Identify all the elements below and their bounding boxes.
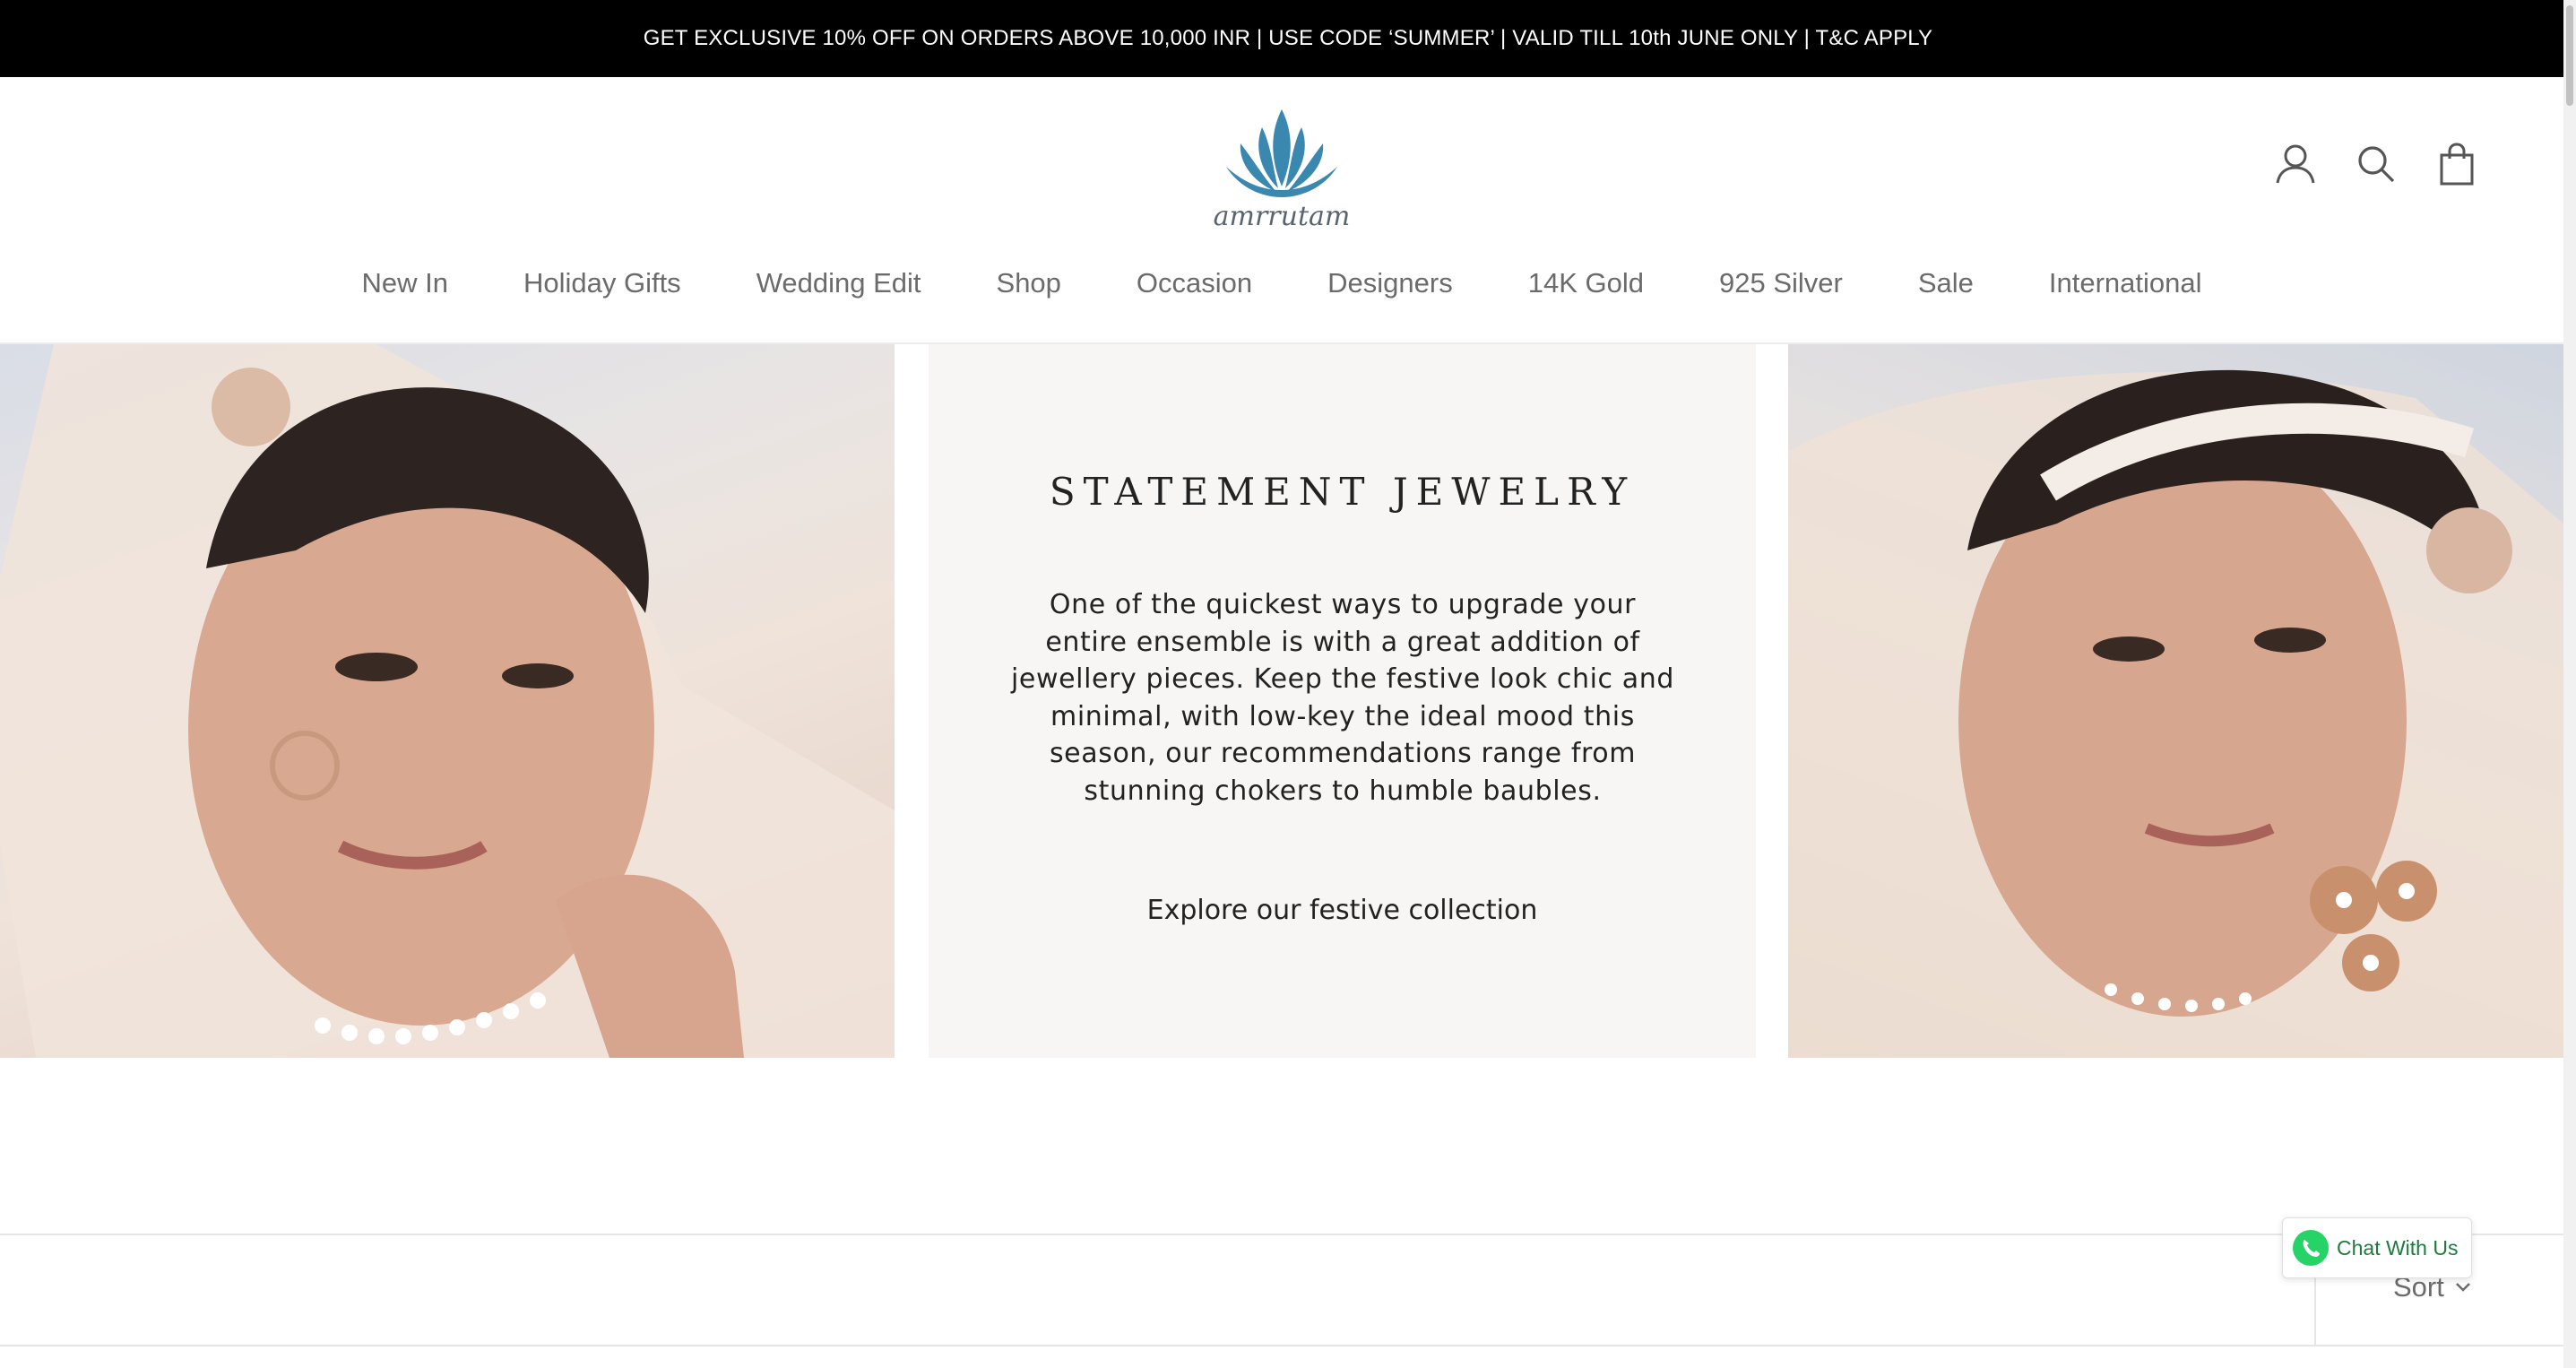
chat-label: Chat With Us: [2337, 1235, 2459, 1260]
model-portrait-left: [0, 344, 895, 1058]
bag-icon[interactable]: [2436, 143, 2477, 186]
hero-image-left[interactable]: [0, 344, 895, 1058]
site-header: amrrutam New In Holiday Gifts Wedding Ed…: [0, 77, 2563, 344]
scrollbar-thumb[interactable]: [2566, 5, 2573, 106]
hero-title: STATEMENT JEWELRY: [1049, 470, 1636, 514]
hero-description-line: One of the quickest ways to upgrade your: [1049, 589, 1637, 620]
brand-logo[interactable]: amrrutam: [1201, 104, 1362, 238]
hero-text-panel: STATEMENT JEWELRY One of the quickest wa…: [929, 344, 1756, 1058]
hero-description-line: jewellery pieces. Keep the festive look …: [1010, 663, 1675, 695]
page-scrollbar[interactable]: [2563, 0, 2576, 1368]
chat-with-us-button[interactable]: Chat With Us: [2282, 1217, 2472, 1278]
hero-description-line: entire ensemble is with a great addition…: [1045, 626, 1640, 658]
whatsapp-icon: [2293, 1230, 2329, 1266]
logo-text: amrrutam: [1213, 201, 1351, 232]
nav-item-14k-gold[interactable]: 14K Gold: [1528, 267, 1644, 299]
nav-item-shop[interactable]: Shop: [997, 267, 1061, 299]
explore-collection-link[interactable]: Explore our festive collection: [929, 895, 1756, 926]
nav-item-international[interactable]: International: [2049, 267, 2202, 299]
toolbar-divider-top: [0, 1234, 2563, 1235]
nav-item-wedding-edit[interactable]: Wedding Edit: [756, 267, 921, 299]
hero-description-line: stunning chokers to humble baubles.: [1084, 775, 1602, 807]
hero-description-line: minimal, with low-key the ideal mood thi…: [1050, 700, 1635, 732]
main-navigation: New In Holiday Gifts Wedding Edit Shop O…: [0, 267, 2563, 299]
hero-description-line: season, our recommendations range from: [1049, 738, 1637, 769]
hero-image-right[interactable]: [1788, 344, 2563, 1058]
nav-item-holiday-gifts[interactable]: Holiday Gifts: [523, 267, 681, 299]
hero-banner: STATEMENT JEWELRY One of the quickest wa…: [0, 344, 2563, 1058]
toolbar-divider-bottom: [0, 1345, 2563, 1346]
search-icon[interactable]: [2356, 143, 2397, 185]
chevron-down-icon: [2455, 1283, 2470, 1292]
account-icon[interactable]: [2275, 143, 2316, 185]
model-portrait-right: [1788, 369, 2563, 1058]
nav-item-new-in[interactable]: New In: [361, 267, 447, 299]
hero-description: One of the quickest ways to upgrade your…: [993, 586, 1692, 810]
nav-item-occasion[interactable]: Occasion: [1137, 267, 1252, 299]
nav-item-sale[interactable]: Sale: [1918, 267, 1974, 299]
promo-banner: GET EXCLUSIVE 10% OFF ON ORDERS ABOVE 10…: [0, 0, 2576, 77]
header-actions: [2275, 143, 2477, 186]
lotus-logo-icon: [1226, 109, 1337, 197]
nav-item-designers[interactable]: Designers: [1327, 267, 1453, 299]
nav-item-925-silver[interactable]: 925 Silver: [1719, 267, 1843, 299]
promo-text: GET EXCLUSIVE 10% OFF ON ORDERS ABOVE 10…: [643, 26, 1933, 50]
